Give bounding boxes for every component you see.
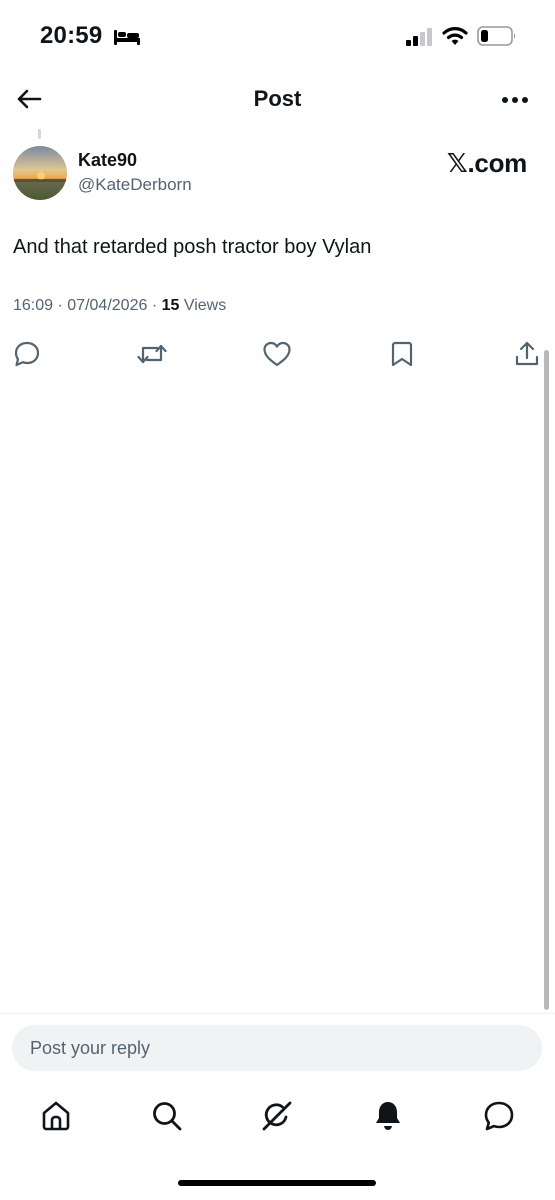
more-options-button[interactable] <box>497 88 533 112</box>
post-time: 16:09 <box>13 297 54 314</box>
x-com-logo: 𝕏.com <box>446 148 527 178</box>
page-title: Post <box>253 86 302 111</box>
post-actions <box>0 338 555 370</box>
tab-search[interactable] <box>145 1092 189 1140</box>
thread-line <box>38 129 41 139</box>
post-header: Post <box>0 70 555 128</box>
home-indicator[interactable] <box>178 1180 376 1186</box>
avatar-image <box>13 146 67 200</box>
post-meta: 16:09 · 07/04/2026 · 15 Views <box>13 297 226 315</box>
reply-input[interactable]: Post your reply <box>12 1025 542 1071</box>
meta-separator: · <box>57 297 63 314</box>
grok-icon <box>262 1101 292 1131</box>
search-icon <box>153 1102 182 1131</box>
reply-icon <box>14 341 40 367</box>
like-button[interactable] <box>261 338 293 370</box>
views-count[interactable]: 15 <box>162 297 180 314</box>
author-handle[interactable]: @KateDerborn <box>78 175 192 195</box>
tab-home[interactable] <box>34 1092 78 1140</box>
repost-icon <box>137 344 167 364</box>
tab-notifications[interactable] <box>366 1092 410 1140</box>
wifi-icon <box>442 25 468 47</box>
battery-icon <box>477 25 517 47</box>
home-icon <box>42 1101 70 1131</box>
reply-divider <box>0 1013 555 1014</box>
cellular-signal-icon <box>405 28 435 46</box>
tab-grok[interactable] <box>255 1092 299 1140</box>
bed-icon <box>113 27 141 47</box>
share-button[interactable] <box>511 338 543 370</box>
meta-separator: · <box>151 297 158 314</box>
post-text: And that retarded posh tractor boy Vylan <box>13 236 372 258</box>
repost-button[interactable] <box>136 338 168 370</box>
status-bar: 20:59 <box>0 0 555 70</box>
bookmark-button[interactable] <box>386 338 418 370</box>
post-date: 07/04/2026 <box>67 297 148 314</box>
heart-icon <box>263 341 291 367</box>
status-time: 20:59 <box>40 22 103 49</box>
message-bubble-icon <box>484 1101 514 1131</box>
reply-placeholder: Post your reply <box>30 1038 151 1058</box>
reply-button[interactable] <box>11 338 43 370</box>
bottom-tab-bar <box>0 1092 555 1142</box>
views-label[interactable]: Views <box>184 297 226 314</box>
bell-icon <box>376 1102 400 1130</box>
scrollbar[interactable] <box>544 350 549 1010</box>
avatar[interactable] <box>13 146 67 200</box>
bookmark-icon <box>391 341 413 367</box>
author-display-name[interactable]: Kate90 <box>78 150 137 171</box>
more-horizontal-icon <box>502 97 528 103</box>
tab-messages[interactable] <box>477 1092 521 1140</box>
share-icon <box>515 341 539 366</box>
